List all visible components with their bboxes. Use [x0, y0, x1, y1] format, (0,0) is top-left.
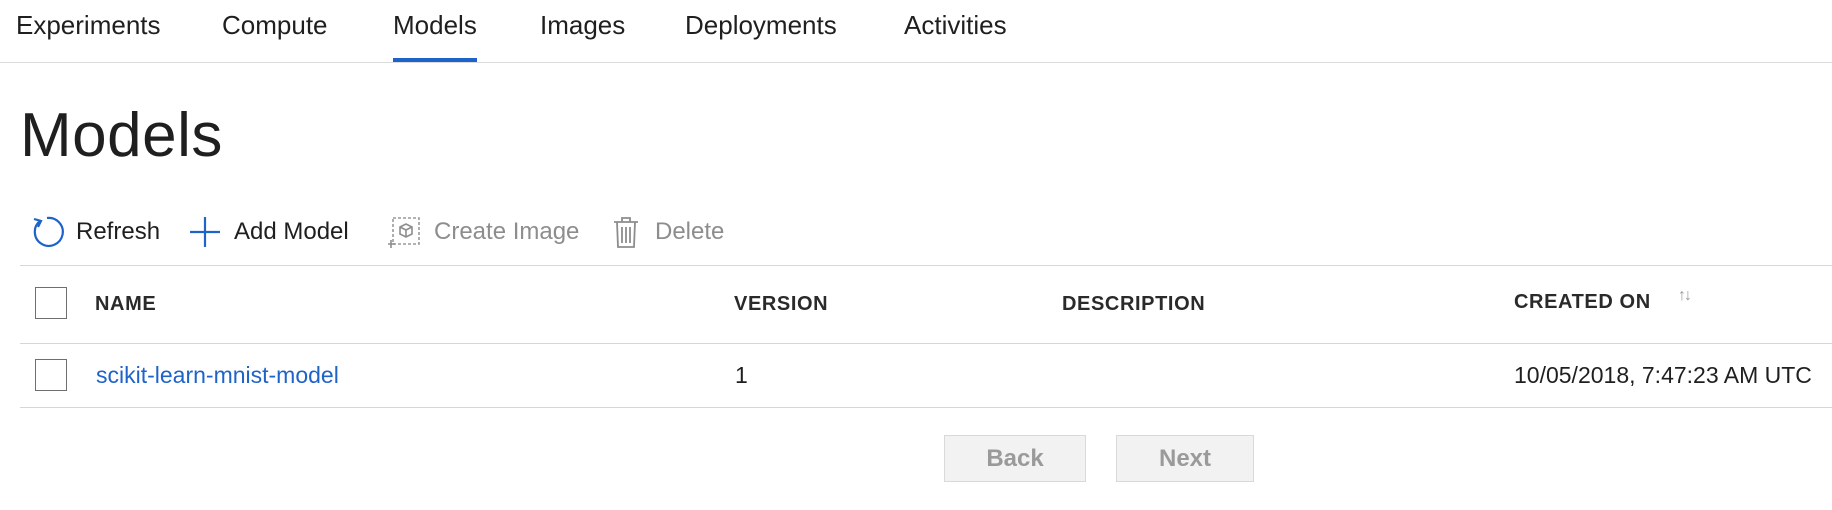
row-select-checkbox[interactable]	[35, 359, 67, 391]
column-header-version[interactable]: VERSION	[734, 293, 828, 316]
table-bottom-divider	[20, 407, 1832, 408]
tab-models[interactable]: Models	[393, 10, 477, 62]
top-nav-tabs: Experiments Compute Models Images Deploy…	[0, 0, 1832, 63]
refresh-label: Refresh	[76, 218, 161, 245]
select-all-checkbox[interactable]	[35, 287, 67, 319]
create-image-button[interactable]: Create Image	[387, 213, 580, 251]
tab-deployments[interactable]: Deployments	[685, 10, 837, 62]
tab-images[interactable]: Images	[540, 10, 625, 62]
sort-arrows-icon[interactable]: ↑↓	[1678, 287, 1692, 305]
page-title: Models	[20, 101, 223, 170]
tab-experiments[interactable]: Experiments	[16, 10, 161, 62]
add-model-label: Add Model	[234, 218, 349, 245]
create-image-icon	[387, 215, 422, 249]
model-created-on: 10/05/2018, 7:47:23 AM UTC	[1514, 362, 1812, 388]
back-button[interactable]: Back	[944, 435, 1086, 482]
delete-button[interactable]: Delete	[609, 213, 724, 251]
trash-icon	[609, 215, 643, 249]
column-header-name[interactable]: NAME	[95, 293, 156, 316]
tab-activities[interactable]: Activities	[904, 10, 1007, 62]
delete-label: Delete	[655, 218, 725, 245]
model-version: 1	[735, 362, 748, 388]
add-model-button[interactable]: Add Model	[188, 213, 349, 251]
tab-compute[interactable]: Compute	[222, 10, 328, 62]
refresh-button[interactable]: Refresh	[30, 213, 160, 251]
model-name-link[interactable]: scikit-learn-mnist-model	[96, 362, 339, 389]
next-button[interactable]: Next	[1116, 435, 1254, 482]
column-header-created-on[interactable]: CREATED ON	[1514, 291, 1651, 314]
plus-icon	[188, 215, 222, 249]
table-header-divider	[20, 343, 1832, 344]
create-image-label: Create Image	[434, 218, 580, 245]
table-top-divider	[20, 265, 1832, 266]
refresh-icon	[30, 215, 64, 249]
column-header-description[interactable]: DESCRIPTION	[1062, 293, 1205, 316]
